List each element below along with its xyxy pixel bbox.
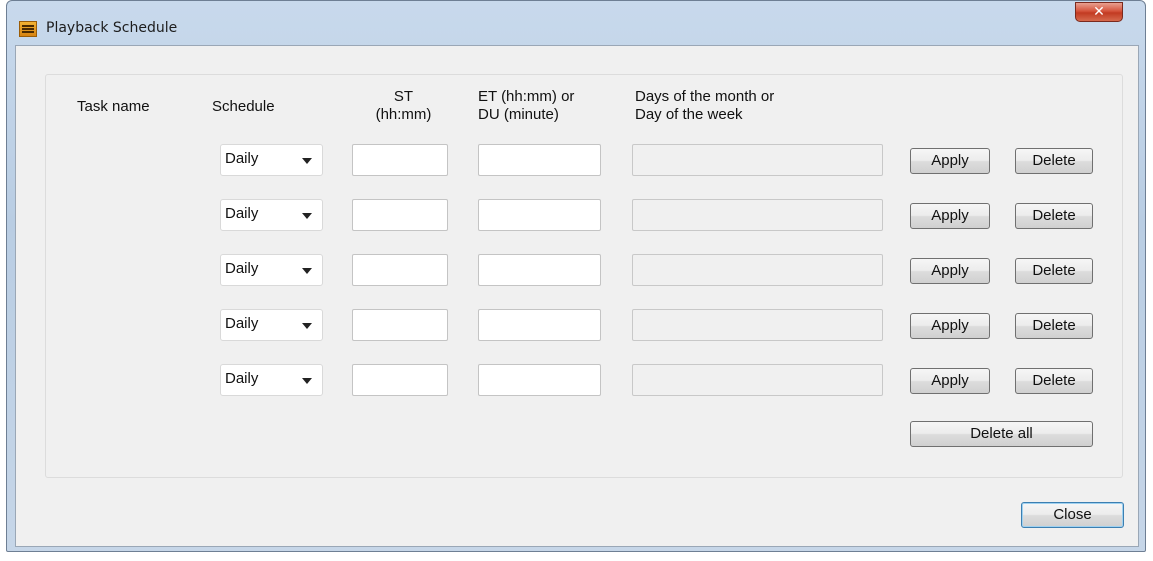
window-title: Playback Schedule <box>46 20 178 36</box>
et-input[interactable] <box>478 364 601 396</box>
chevron-down-icon <box>302 158 312 164</box>
app-logo-icon <box>19 21 37 37</box>
schedule-select-value: Daily <box>225 260 259 277</box>
apply-button[interactable]: Apply <box>910 203 990 229</box>
header-st: ST (hh:mm) <box>352 88 455 124</box>
schedule-select[interactable]: Daily <box>220 144 323 176</box>
schedule-select[interactable]: Daily <box>220 364 323 396</box>
st-input[interactable] <box>352 364 448 396</box>
schedule-select-value: Daily <box>225 370 259 387</box>
header-task-name: Task name <box>77 98 150 115</box>
apply-button[interactable]: Apply <box>910 313 990 339</box>
close-button[interactable]: Close <box>1021 502 1124 528</box>
dialog-body: Task name Schedule ST (hh:mm) ET (hh:mm)… <box>15 45 1139 547</box>
delete-button[interactable]: Delete <box>1015 148 1093 174</box>
delete-all-button[interactable]: Delete all <box>910 421 1093 447</box>
schedule-select[interactable]: Daily <box>220 199 323 231</box>
window-close-button[interactable]: ✕ <box>1075 2 1123 22</box>
delete-button[interactable]: Delete <box>1015 258 1093 284</box>
delete-button[interactable]: Delete <box>1015 313 1093 339</box>
playback-schedule-window: Playback Schedule ✕ Task name Schedule S… <box>6 0 1146 552</box>
chevron-down-icon <box>302 378 312 384</box>
delete-button[interactable]: Delete <box>1015 203 1093 229</box>
days-input <box>632 254 883 286</box>
schedule-select-value: Daily <box>225 315 259 332</box>
schedule-select[interactable]: Daily <box>220 309 323 341</box>
header-st-line1: ST <box>393 88 414 105</box>
title-bar[interactable]: Playback Schedule ✕ <box>7 1 1145 41</box>
header-schedule: Schedule <box>212 98 275 115</box>
header-days-line2: Day of the week <box>635 106 743 123</box>
st-input[interactable] <box>352 144 448 176</box>
header-et-line1: ET (hh:mm) or <box>478 88 575 105</box>
schedule-select[interactable]: Daily <box>220 254 323 286</box>
chevron-down-icon <box>302 213 312 219</box>
et-input[interactable] <box>478 144 601 176</box>
et-input[interactable] <box>478 199 601 231</box>
st-input[interactable] <box>352 199 448 231</box>
schedule-select-value: Daily <box>225 205 259 222</box>
header-et: ET (hh:mm) or DU (minute) <box>478 88 574 124</box>
apply-button[interactable]: Apply <box>910 258 990 284</box>
header-days: Days of the month or Day of the week <box>635 88 774 124</box>
header-et-line2: DU (minute) <box>478 106 559 123</box>
chevron-down-icon <box>302 268 312 274</box>
st-input[interactable] <box>352 309 448 341</box>
schedule-select-value: Daily <box>225 150 259 167</box>
days-input <box>632 144 883 176</box>
delete-button[interactable]: Delete <box>1015 368 1093 394</box>
days-input <box>632 364 883 396</box>
st-input[interactable] <box>352 254 448 286</box>
header-days-line1: Days of the month or <box>635 88 775 105</box>
header-st-line2: (hh:mm) <box>375 106 432 123</box>
et-input[interactable] <box>478 254 601 286</box>
chevron-down-icon <box>302 323 312 329</box>
apply-button[interactable]: Apply <box>910 148 990 174</box>
schedule-group: Task name Schedule ST (hh:mm) ET (hh:mm)… <box>45 74 1123 478</box>
apply-button[interactable]: Apply <box>910 368 990 394</box>
days-input <box>632 309 883 341</box>
days-input <box>632 199 883 231</box>
et-input[interactable] <box>478 309 601 341</box>
